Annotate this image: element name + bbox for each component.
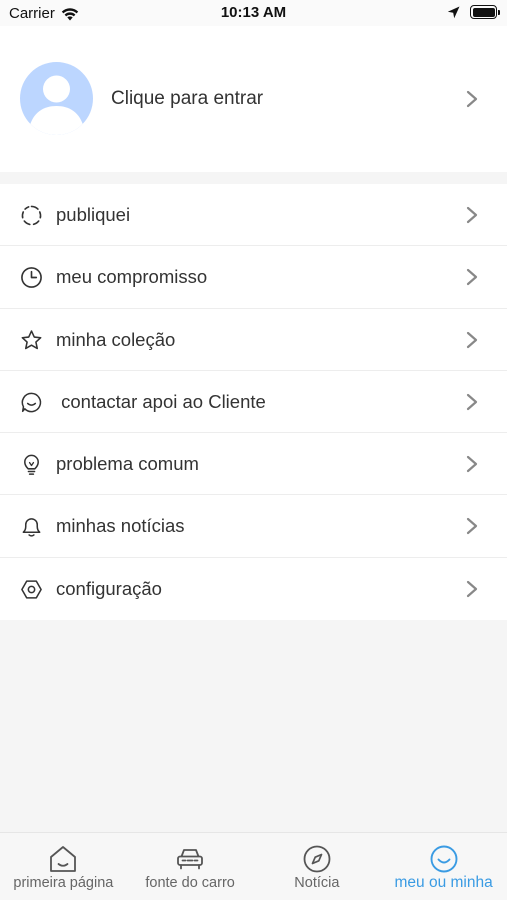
menu-item-collection[interactable]: minha coleção (0, 309, 507, 371)
menu-item-label: configuração (56, 577, 162, 599)
user-silhouette-icon (28, 75, 85, 135)
menu-item-appointments[interactable]: meu compromisso (0, 246, 507, 309)
tab-home[interactable]: primeira página (0, 833, 127, 900)
status-bar: Carrier 10:13 AM (0, 0, 507, 26)
bottom-tab-bar: primeira página fonte do carro Notícia m… (0, 832, 507, 900)
menu-item-label: meu compromisso (56, 266, 208, 288)
compass-icon (303, 845, 331, 873)
menu-item-published[interactable]: publiquei (0, 184, 507, 247)
tab-label: Notícia (294, 875, 340, 891)
menu-item-label: minha coleção (56, 328, 176, 350)
loading-circle-icon (21, 205, 42, 226)
tab-news[interactable]: Notícia (254, 833, 381, 900)
tab-profile[interactable]: meu ou minha (380, 833, 507, 900)
tab-label: meu ou minha (394, 874, 493, 891)
menu-item-label: minhas notícias (56, 515, 185, 537)
chevron-right-icon (466, 331, 478, 348)
chat-bubble-icon (21, 392, 42, 413)
chevron-right-icon (466, 518, 478, 535)
menu-item-label: publiquei (56, 204, 131, 225)
settings-menu: publiquei meu compromisso minha coleção … (0, 184, 507, 621)
status-right-indicators (447, 5, 500, 19)
car-icon (177, 849, 204, 870)
menu-item-settings[interactable]: configuração (0, 558, 507, 620)
login-row[interactable]: Clique para entrar (0, 26, 507, 172)
chevron-right-icon (466, 90, 478, 108)
login-prompt: Clique para entrar (111, 88, 264, 109)
menu-item-label: problema comum (56, 453, 199, 475)
avatar (20, 62, 93, 135)
chevron-right-icon (466, 269, 478, 286)
bell-icon (22, 518, 41, 538)
chevron-right-icon (466, 456, 478, 473)
tab-label: primeira página (13, 875, 114, 891)
chevron-right-icon (466, 393, 478, 410)
location-arrow-icon (447, 6, 460, 18)
home-icon (50, 846, 77, 872)
menu-item-customer-support[interactable]: contactar apoi ao Cliente (0, 371, 507, 434)
chevron-right-icon (466, 206, 478, 224)
battery-icon (470, 5, 500, 19)
clock-icon (21, 267, 42, 289)
menu-item-label: contactar apoi ao Cliente (56, 390, 266, 412)
star-icon (21, 329, 42, 349)
lightbulb-icon (24, 454, 39, 476)
tab-car-source[interactable]: fonte do carro (127, 833, 254, 900)
smiley-icon (430, 845, 458, 873)
chevron-right-icon (466, 580, 478, 597)
tab-label: fonte do carro (145, 875, 235, 891)
menu-item-faq[interactable]: problema comum (0, 433, 507, 496)
settings-hexagon-icon (21, 580, 42, 599)
menu-item-news[interactable]: minhas notícias (0, 495, 507, 558)
status-time: 10:13 AM (220, 4, 287, 21)
